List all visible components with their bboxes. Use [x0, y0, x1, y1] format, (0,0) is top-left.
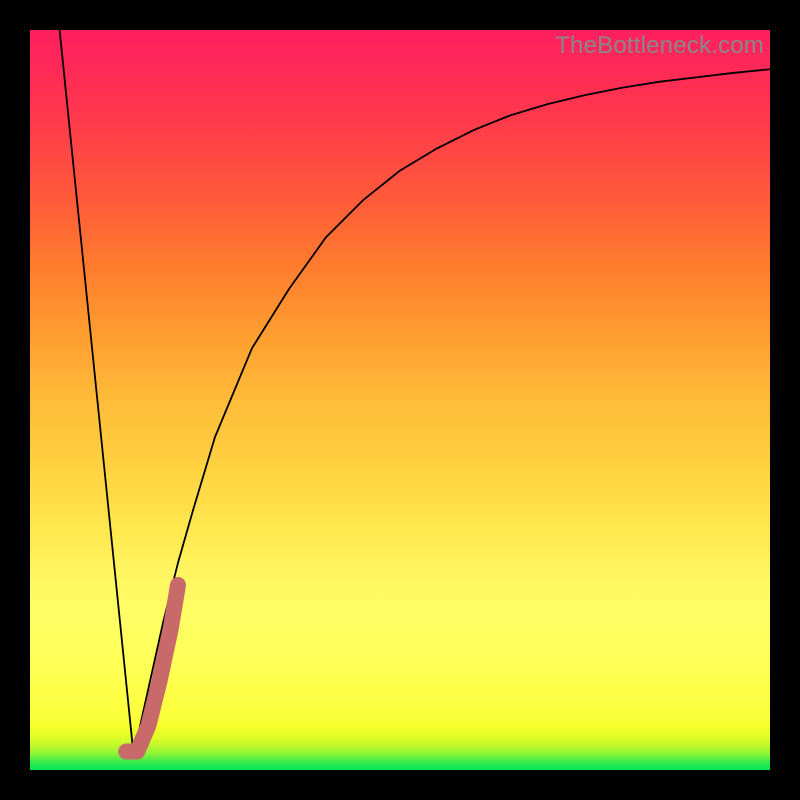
- series-main-curve-right: [134, 69, 770, 755]
- plot-area: TheBottleneck.com: [30, 30, 770, 770]
- outer-frame: TheBottleneck.com: [0, 0, 800, 800]
- chart-svg: [30, 30, 770, 770]
- series-main-curve-left: [60, 30, 134, 755]
